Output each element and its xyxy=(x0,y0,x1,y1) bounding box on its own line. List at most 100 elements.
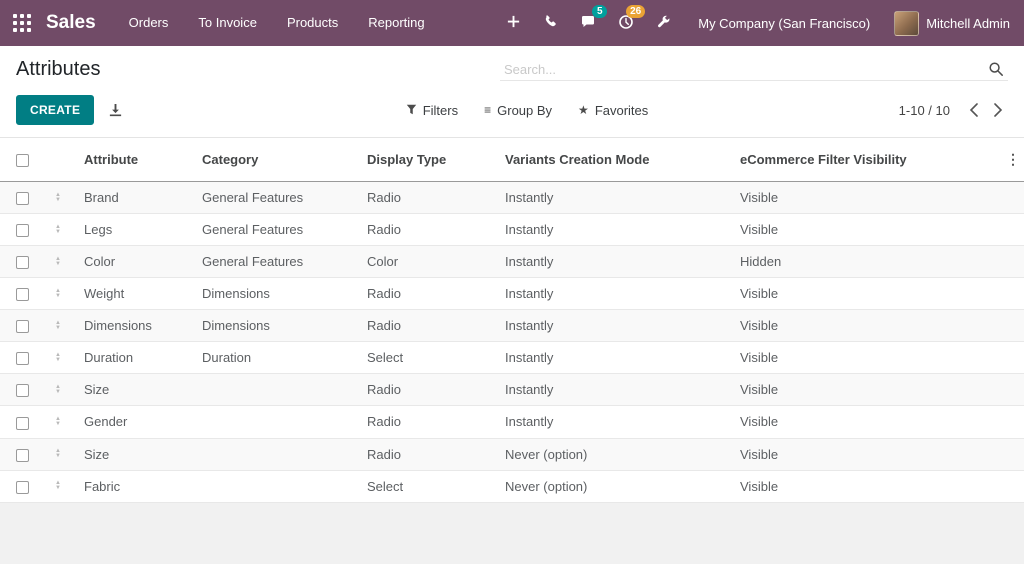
user-menu[interactable]: Mitchell Admin xyxy=(886,10,1024,36)
messages-button[interactable]: 5 xyxy=(569,0,608,46)
table-row[interactable]: ▲ ▼ Size Radio Never (option) Visible xyxy=(0,438,1024,471)
cell-variants-mode: Instantly xyxy=(497,245,732,279)
drag-handle-icon[interactable]: ▲ ▼ xyxy=(48,192,68,203)
cell-category: Dimensions xyxy=(194,277,359,311)
filters-button[interactable]: Filters xyxy=(406,103,458,118)
drag-handle-icon[interactable]: ▲ ▼ xyxy=(48,256,68,267)
cell-display-type: Radio xyxy=(359,277,497,311)
table-row[interactable]: ▲ ▼ Legs General Features Radio Instantly… xyxy=(0,213,1024,247)
table-row[interactable]: ▲ ▼ Gender Radio Instantly Visible xyxy=(0,405,1024,439)
star-icon: ★ xyxy=(578,103,589,117)
cell-ecommerce-visibility: Visible xyxy=(732,309,998,343)
group-by-label: Group By xyxy=(497,102,553,118)
main-menu: Orders To Invoice Products Reporting xyxy=(114,0,440,46)
group-by-button[interactable]: ≡ Group By xyxy=(484,103,552,118)
menu-products[interactable]: Products xyxy=(272,0,353,46)
row-checkbox[interactable] xyxy=(16,416,29,430)
debug-tools-button[interactable] xyxy=(645,0,682,46)
row-checkbox[interactable] xyxy=(16,480,29,494)
cell-display-type: Select xyxy=(359,341,497,375)
cell-variants-mode: Instantly xyxy=(497,213,732,247)
search-input[interactable] xyxy=(504,61,988,77)
table-row[interactable]: ▲ ▼ Color General Features Color Instantl… xyxy=(0,245,1024,279)
row-checkbox[interactable] xyxy=(16,224,29,238)
app-name[interactable]: Sales xyxy=(46,12,96,34)
optional-columns-icon[interactable]: ⋮ xyxy=(998,137,1024,182)
avatar xyxy=(894,10,920,36)
attributes-table: Attribute Category Display Type Variants… xyxy=(0,137,1024,503)
column-header-ecommerce-visibility[interactable]: eCommerce Filter Visibility xyxy=(732,137,998,182)
drag-handle-icon[interactable]: ▲ ▼ xyxy=(48,352,68,363)
activities-button[interactable]: 26 xyxy=(607,0,646,46)
row-checkbox[interactable] xyxy=(16,384,29,398)
select-all-checkbox[interactable] xyxy=(16,154,29,168)
drag-handle-icon[interactable]: ▲ ▼ xyxy=(48,288,68,299)
cell-category xyxy=(194,470,359,503)
menu-to-invoice[interactable]: To Invoice xyxy=(183,0,272,46)
voip-button[interactable] xyxy=(532,0,569,46)
drag-handle-icon[interactable]: ▲ ▼ xyxy=(48,320,68,331)
row-checkbox[interactable] xyxy=(16,288,29,302)
wrench-icon xyxy=(656,14,671,32)
create-button[interactable]: CREATE xyxy=(16,95,95,125)
column-header-category[interactable]: Category xyxy=(194,137,359,182)
table-row[interactable]: ▲ ▼ Fabric Select Never (option) Visible xyxy=(0,470,1024,503)
cell-category: General Features xyxy=(194,181,359,215)
table-row[interactable]: ▲ ▼ Weight Dimensions Radio Instantly Vis… xyxy=(0,277,1024,311)
cell-variants-mode: Never (option) xyxy=(497,470,732,503)
favorites-button[interactable]: ★ Favorites xyxy=(578,103,648,118)
column-header-attribute[interactable]: Attribute xyxy=(76,137,194,182)
page-header: Attributes xyxy=(0,46,1024,89)
cell-category: Duration xyxy=(194,341,359,375)
phone-icon xyxy=(543,14,558,32)
cell-variants-mode: Instantly xyxy=(497,341,732,375)
cell-ecommerce-visibility: Visible xyxy=(732,438,998,471)
pager-next-icon[interactable] xyxy=(988,101,1008,119)
cell-variants-mode: Instantly xyxy=(497,181,732,215)
favorites-label: Favorites xyxy=(594,102,649,118)
table-row[interactable]: ▲ ▼ Dimensions Dimensions Radio Instantly… xyxy=(0,309,1024,343)
quick-add-button[interactable] xyxy=(495,0,532,46)
search-icon[interactable] xyxy=(988,61,1004,77)
drag-handle-icon[interactable]: ▲ ▼ xyxy=(48,416,68,427)
row-checkbox[interactable] xyxy=(16,352,29,366)
cell-display-type: Select xyxy=(359,470,497,503)
plus-icon xyxy=(506,14,521,32)
column-header-display-type[interactable]: Display Type xyxy=(359,137,497,182)
cell-attribute: Brand xyxy=(76,181,194,215)
column-header-variants-mode[interactable]: Variants Creation Mode xyxy=(497,137,732,182)
apps-menu-icon[interactable] xyxy=(0,0,44,46)
cell-ecommerce-visibility: Visible xyxy=(732,277,998,311)
search-bar xyxy=(500,58,1008,81)
row-checkbox[interactable] xyxy=(16,448,29,462)
cell-category: General Features xyxy=(194,245,359,279)
cell-category: Dimensions xyxy=(194,309,359,343)
table-row[interactable]: ▲ ▼ Duration Duration Select Instantly Vi… xyxy=(0,341,1024,375)
cell-ecommerce-visibility: Visible xyxy=(732,373,998,407)
drag-handle-icon[interactable]: ▲ ▼ xyxy=(48,224,68,235)
cell-display-type: Color xyxy=(359,245,497,279)
table-row[interactable]: ▲ ▼ Size Radio Instantly Visible xyxy=(0,373,1024,407)
cell-category xyxy=(194,373,359,407)
export-icon[interactable] xyxy=(108,103,123,118)
menu-orders[interactable]: Orders xyxy=(114,0,184,46)
row-checkbox[interactable] xyxy=(16,256,29,270)
row-checkbox[interactable] xyxy=(16,192,29,206)
cell-variants-mode: Never (option) xyxy=(497,438,732,471)
drag-handle-icon[interactable]: ▲ ▼ xyxy=(48,480,68,491)
cell-ecommerce-visibility: Visible xyxy=(732,341,998,375)
cell-attribute: Dimensions xyxy=(76,309,194,343)
pager-previous-icon[interactable] xyxy=(964,101,984,119)
company-switcher[interactable]: My Company (San Francisco) xyxy=(682,16,886,31)
cell-ecommerce-visibility: Visible xyxy=(732,181,998,215)
menu-reporting[interactable]: Reporting xyxy=(353,0,439,46)
cell-ecommerce-visibility: Visible xyxy=(732,213,998,247)
drag-handle-icon[interactable]: ▲ ▼ xyxy=(48,384,68,395)
drag-handle-icon[interactable]: ▲ ▼ xyxy=(48,448,68,459)
table-row[interactable]: ▲ ▼ Brand General Features Radio Instantl… xyxy=(0,181,1024,215)
row-checkbox[interactable] xyxy=(16,320,29,334)
table-header-row: Attribute Category Display Type Variants… xyxy=(0,137,1024,182)
cell-display-type: Radio xyxy=(359,373,497,407)
top-navbar: Sales Orders To Invoice Products Reporti… xyxy=(0,0,1024,46)
cell-variants-mode: Instantly xyxy=(497,373,732,407)
